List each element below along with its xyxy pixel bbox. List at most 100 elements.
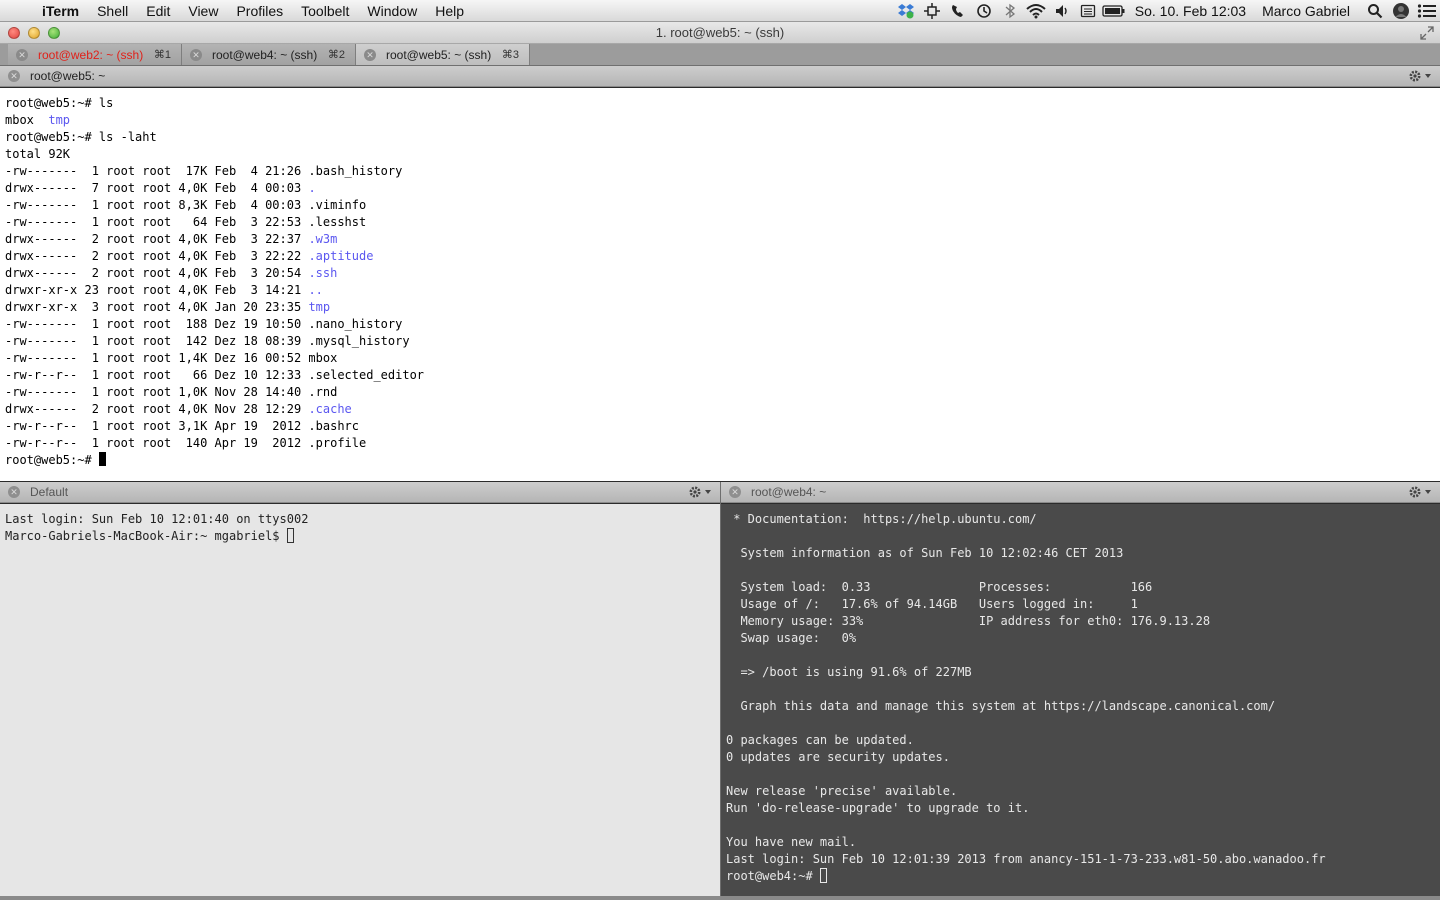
menu-shell[interactable]: Shell bbox=[97, 3, 128, 19]
gear-icon[interactable] bbox=[1408, 69, 1432, 83]
notification-center-icon[interactable] bbox=[1414, 0, 1440, 22]
tab-title: root@web4: ~ (ssh) bbox=[212, 47, 318, 62]
terminal-line: -rw------- 1 root root 1,4K Dez 16 00:52… bbox=[5, 351, 338, 365]
input-menu-icon[interactable] bbox=[1075, 0, 1101, 22]
terminal-line: -rw-r--r-- 1 root root 3,1K Apr 19 2012 … bbox=[5, 419, 360, 433]
terminal-line: drwxr-xr-x 23 root root 4,0K Feb 3 14:21… bbox=[5, 283, 323, 297]
tab-bar: ✕ root@web2: ~ (ssh) ⌘1 ✕ root@web4: ~ (… bbox=[0, 44, 1440, 66]
tab-web4[interactable]: ✕ root@web4: ~ (ssh) ⌘2 bbox=[182, 44, 356, 65]
bluetooth-icon[interactable] bbox=[997, 0, 1023, 22]
window-title: 1. root@web5: ~ (ssh) bbox=[655, 25, 785, 40]
tab-web2[interactable]: ✕ root@web2: ~ (ssh) ⌘1 bbox=[8, 44, 182, 65]
spotlight-icon[interactable] bbox=[1362, 0, 1388, 22]
pane-title: root@web5: ~ bbox=[30, 69, 106, 83]
terminal-line: => /boot is using 91.6% of 227MB bbox=[726, 665, 972, 679]
text-cursor bbox=[286, 528, 294, 543]
directory-name: .. bbox=[308, 283, 323, 297]
terminal-line: * Documentation: https://help.ubuntu.com… bbox=[726, 512, 1037, 526]
terminal-line: -rw------- 1 root root 8,3K Feb 4 00:03 … bbox=[5, 198, 367, 212]
dropbox-icon[interactable] bbox=[893, 0, 919, 22]
clock[interactable]: So. 10. Feb 12:03 bbox=[1135, 3, 1246, 19]
time-machine-icon[interactable] bbox=[971, 0, 997, 22]
prompt-line: root@web5:~# bbox=[5, 452, 1440, 469]
menu-window[interactable]: Window bbox=[367, 3, 417, 19]
prompt: root@web5:~# bbox=[5, 453, 99, 467]
menu-toolbelt[interactable]: Toolbelt bbox=[301, 3, 349, 19]
gear-icon[interactable] bbox=[1408, 485, 1432, 499]
terminal-line: Swap usage: 0% bbox=[726, 631, 857, 645]
pane-title: Default bbox=[30, 485, 69, 499]
directory-name: .aptitude bbox=[308, 249, 374, 263]
terminal-line: root@web5:~# ls -laht bbox=[5, 130, 157, 144]
pane-header-bottom-right: ✕ root@web4: ~ bbox=[721, 482, 1440, 503]
terminal-line: Usage of /: 17.6% of 94.14GB Users logge… bbox=[726, 597, 1138, 611]
terminal-line: -rw------- 1 root root 142 Dez 18 08:39 … bbox=[5, 334, 410, 348]
terminal-line: total 92K bbox=[5, 147, 71, 161]
terminal-line: Last login: Sun Feb 10 12:01:40 on ttys0… bbox=[5, 512, 309, 526]
close-icon[interactable]: ✕ bbox=[190, 48, 202, 61]
pane-divider[interactable] bbox=[720, 482, 721, 896]
terminal-line: You have new mail. bbox=[726, 835, 857, 849]
terminal-line: 0 packages can be updated. bbox=[726, 733, 914, 747]
tab-shortcut: ⌘1 bbox=[153, 49, 171, 61]
terminal-line: -rw-r--r-- 1 root root 140 Apr 19 2012 .… bbox=[5, 436, 367, 450]
text-cursor bbox=[98, 452, 106, 466]
terminal-line: New release 'precise' available. bbox=[726, 784, 958, 798]
user-menu[interactable]: Marco Gabriel bbox=[1262, 3, 1350, 19]
terminal-line: -rw------- 1 root root 1,0K Nov 28 14:40… bbox=[5, 385, 338, 399]
terminal-line: Last login: Sun Feb 10 12:01:39 2013 fro… bbox=[726, 852, 1326, 866]
close-icon[interactable]: ✕ bbox=[364, 48, 376, 61]
terminal-line: drwx------ 7 root root 4,0K Feb 4 00:03 … bbox=[5, 181, 316, 195]
terminal-line: -rw-r--r-- 1 root root 66 Dez 10 12:33 .… bbox=[5, 368, 425, 382]
window-titlebar: 1. root@web5: ~ (ssh) bbox=[0, 22, 1440, 44]
close-icon[interactable]: ✕ bbox=[8, 486, 20, 498]
prompt-line: root@web4:~# bbox=[726, 868, 1440, 885]
prompt: root@web4:~# bbox=[726, 869, 820, 883]
close-icon[interactable]: ✕ bbox=[16, 48, 28, 61]
pane-header-top: ✕ root@web5: ~ bbox=[0, 66, 1440, 87]
terminal-line: Run 'do-release-upgrade' to upgrade to i… bbox=[726, 801, 1030, 815]
tab-title: root@web2: ~ (ssh) bbox=[38, 47, 144, 62]
terminal-line: -rw------- 1 root root 188 Dez 19 10:50 … bbox=[5, 317, 403, 331]
tab-shortcut: ⌘3 bbox=[501, 49, 519, 61]
gear-icon[interactable] bbox=[688, 485, 712, 499]
menu-view[interactable]: View bbox=[188, 3, 218, 19]
pane-title: root@web4: ~ bbox=[751, 485, 827, 499]
terminal-line: -rw------- 1 root root 17K Feb 4 21:26 .… bbox=[5, 164, 403, 178]
terminal-line: Graph this data and manage this system a… bbox=[726, 699, 1276, 713]
terminal-line: System load: 0.33 Processes: 166 bbox=[726, 580, 1153, 594]
pane-header-bottom-left: ✕ Default bbox=[0, 482, 720, 503]
tab-title: root@web5: ~ (ssh) bbox=[386, 47, 492, 62]
directory-name: tmp bbox=[48, 113, 71, 127]
tab-shortcut: ⌘2 bbox=[327, 49, 345, 61]
close-icon[interactable]: ✕ bbox=[8, 70, 20, 82]
close-icon[interactable]: ✕ bbox=[729, 486, 741, 498]
menu-bar: iTerm Shell Edit View Profiles Toolbelt … bbox=[0, 0, 1440, 22]
volume-icon[interactable] bbox=[1049, 0, 1075, 22]
menu-profiles[interactable]: Profiles bbox=[236, 3, 283, 19]
displays-icon[interactable] bbox=[919, 0, 945, 22]
directory-name: . bbox=[308, 181, 316, 195]
user-icon[interactable] bbox=[1388, 0, 1414, 22]
window-bottom-edge bbox=[0, 896, 1440, 900]
terminal-bottom-left[interactable]: Last login: Sun Feb 10 12:01:40 on ttys0… bbox=[0, 504, 720, 896]
terminal-line: drwx------ 2 root root 4,0K Feb 3 20:54 … bbox=[5, 266, 338, 280]
terminal-line: drwxr-xr-x 3 root root 4,0K Jan 20 23:35… bbox=[5, 300, 331, 314]
menu-edit[interactable]: Edit bbox=[146, 3, 170, 19]
terminal-top[interactable]: root@web5:~# ls mbox tmp root@web5:~# ls -… bbox=[0, 88, 1440, 481]
fullscreen-icon[interactable] bbox=[1420, 26, 1434, 40]
wifi-icon[interactable] bbox=[1023, 0, 1049, 22]
terminal-line: drwx------ 2 root root 4,0K Nov 28 12:29… bbox=[5, 402, 352, 416]
phone-icon[interactable] bbox=[945, 0, 971, 22]
terminal-line: -rw------- 1 root root 64 Feb 3 22:53 .l… bbox=[5, 215, 367, 229]
terminal-bottom-right[interactable]: * Documentation: https://help.ubuntu.com… bbox=[721, 504, 1440, 896]
menu-help[interactable]: Help bbox=[435, 3, 464, 19]
battery-icon[interactable] bbox=[1101, 0, 1127, 22]
text-cursor bbox=[819, 868, 827, 883]
prompt-line: Marco-Gabriels-MacBook-Air:~ mgabriel$ bbox=[5, 528, 720, 545]
app-menu[interactable]: iTerm bbox=[42, 3, 79, 19]
tab-web5[interactable]: ✕ root@web5: ~ (ssh) ⌘3 bbox=[356, 44, 530, 65]
